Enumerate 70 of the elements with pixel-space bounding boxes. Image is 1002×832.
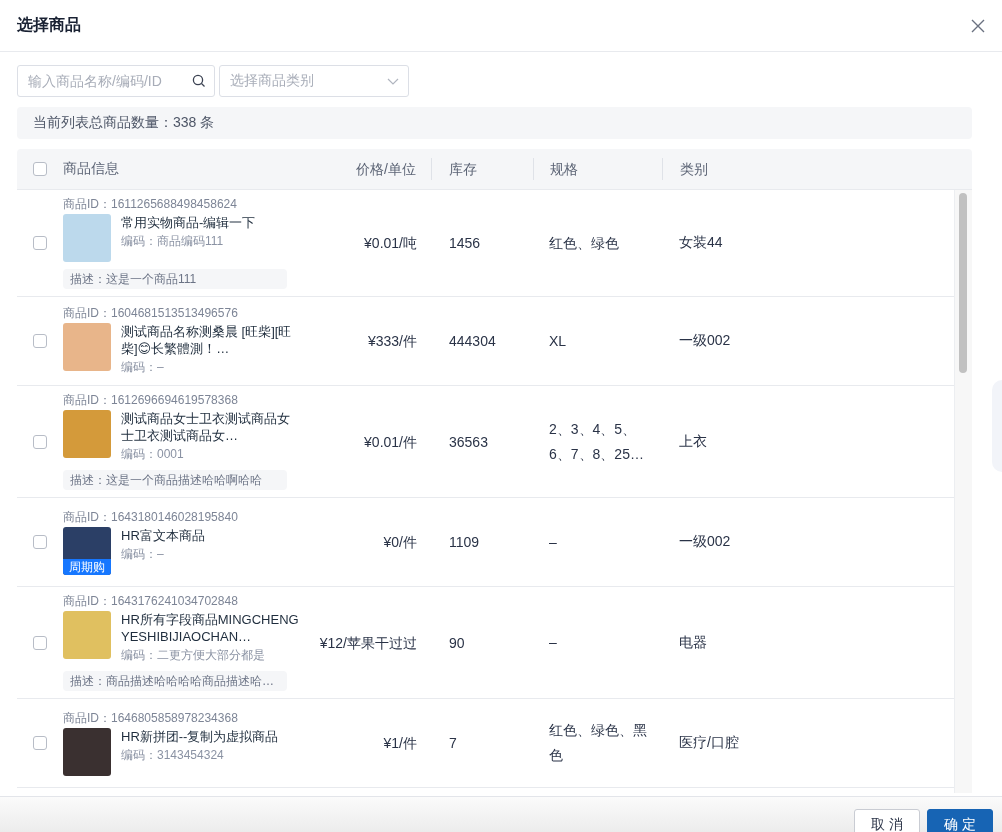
price-cell: ¥12/苹果干过过 <box>319 634 417 651</box>
photo-placeholder <box>63 611 111 659</box>
row-checkbox[interactable] <box>33 736 47 750</box>
stock-cell: 36563 <box>449 433 488 450</box>
product-name: HR所有字段商品MINGCHENGYESHIBIJIAOCHAN… <box>121 611 300 645</box>
spec-cell-text: – <box>549 532 558 552</box>
product-code: 编码：商品编码111 <box>121 233 225 250</box>
product-badge: 周期购 <box>63 558 111 575</box>
search-icon[interactable] <box>192 74 206 88</box>
category-cell: 一级002 <box>679 332 731 348</box>
product-code: 编码：– <box>121 545 165 563</box>
select-all-checkbox[interactable] <box>33 162 47 176</box>
confirm-button[interactable]: 确 定 <box>927 809 993 832</box>
category-cell: 女装44 <box>679 234 723 250</box>
product-code: 编码：3143454324 <box>121 746 225 764</box>
category-cell: 电器 <box>679 633 707 650</box>
row-checkbox[interactable] <box>33 635 47 650</box>
product-name: 测试商品名称测桑晨 [旺柴][旺柴]😊长繁體測！… <box>121 323 293 357</box>
cancel-button[interactable]: 取 消 <box>854 809 921 832</box>
column-header: 商品信息 <box>63 160 119 176</box>
stock-cell: 1109 <box>449 534 480 550</box>
product-id: 商品ID：1612696694619578368 <box>63 392 239 408</box>
stock-cell: 1456 <box>449 235 481 251</box>
column-header: 库存 <box>448 160 478 179</box>
spec-cell-text: – <box>549 633 558 652</box>
spec-cell-text: 2、3、4、5、6、7、8、25… <box>549 419 645 464</box>
photo-placeholder <box>63 214 111 262</box>
product-id: 商品ID：1604681513513496576 <box>63 305 239 321</box>
product-id: 商品ID：1643180146028195840 <box>63 508 239 525</box>
photo-placeholder <box>63 727 111 776</box>
spec-cell-text: XL <box>549 331 568 351</box>
column-header: 规格 <box>533 158 662 180</box>
photo-placeholder <box>63 410 111 458</box>
product-name: HR新拼团--复制为虚拟商品 <box>121 727 280 745</box>
price-cell: ¥333/件 <box>367 333 417 349</box>
row-checkbox[interactable] <box>33 334 47 348</box>
stock-cell: 7 <box>449 735 457 751</box>
category-cell: 医疗/口腔 <box>679 734 739 750</box>
product-count-text: 当前列表总商品数量：338 条 <box>17 107 972 139</box>
product-code: 编码：二更方便大部分都是 <box>121 647 266 664</box>
close-icon[interactable] <box>971 18 985 33</box>
column-header: 类别 <box>662 158 972 180</box>
price-cell: ¥0/件 <box>383 534 417 550</box>
stock-cell: 90 <box>449 634 465 651</box>
product-description: 描述：这是一个商品111 <box>63 269 287 289</box>
row-checkbox[interactable] <box>33 535 47 549</box>
stock-cell: 444304 <box>449 333 496 349</box>
row-checkbox[interactable] <box>33 434 47 449</box>
category-cell: 上衣 <box>679 432 707 449</box>
photo-placeholder <box>63 323 111 371</box>
product-id: 商品ID：1643176241034702848 <box>63 593 239 609</box>
product-description: 描述：这是一个商品描述哈哈啊哈哈 <box>63 470 287 490</box>
price-cell: ¥1/件 <box>383 735 417 751</box>
row-checkbox[interactable] <box>33 236 47 250</box>
product-name: 常用实物商品-编辑一下 <box>121 214 257 231</box>
product-code: 编码：0001 <box>121 446 185 463</box>
product-description: 描述：商品描述哈哈哈哈商品描述哈… <box>63 671 287 691</box>
product-code: 编码：– <box>121 359 165 376</box>
dialog-title: 选择商品 <box>17 15 81 35</box>
spec-cell-text: 红色、绿色、黑色 <box>549 721 648 765</box>
price-cell: ¥0.01/吨 <box>364 235 417 251</box>
price-cell: ¥0.01/件 <box>364 433 417 450</box>
product-name: 测试商品女士卫衣测试商品女士卫衣测试商品女… <box>121 410 291 444</box>
spec-cell-text: 红色、绿色 <box>549 233 620 253</box>
product-id: 商品ID：1611265688498458624 <box>63 196 238 212</box>
search-field[interactable]: 输入商品名称/编码/ID <box>17 65 215 97</box>
category-cell: 一级002 <box>679 533 731 549</box>
product-id: 商品ID：1646805858978234368 <box>63 709 239 726</box>
product-name: HR富文本商品 <box>121 526 206 544</box>
column-header: 价格/单位 <box>302 158 432 180</box>
